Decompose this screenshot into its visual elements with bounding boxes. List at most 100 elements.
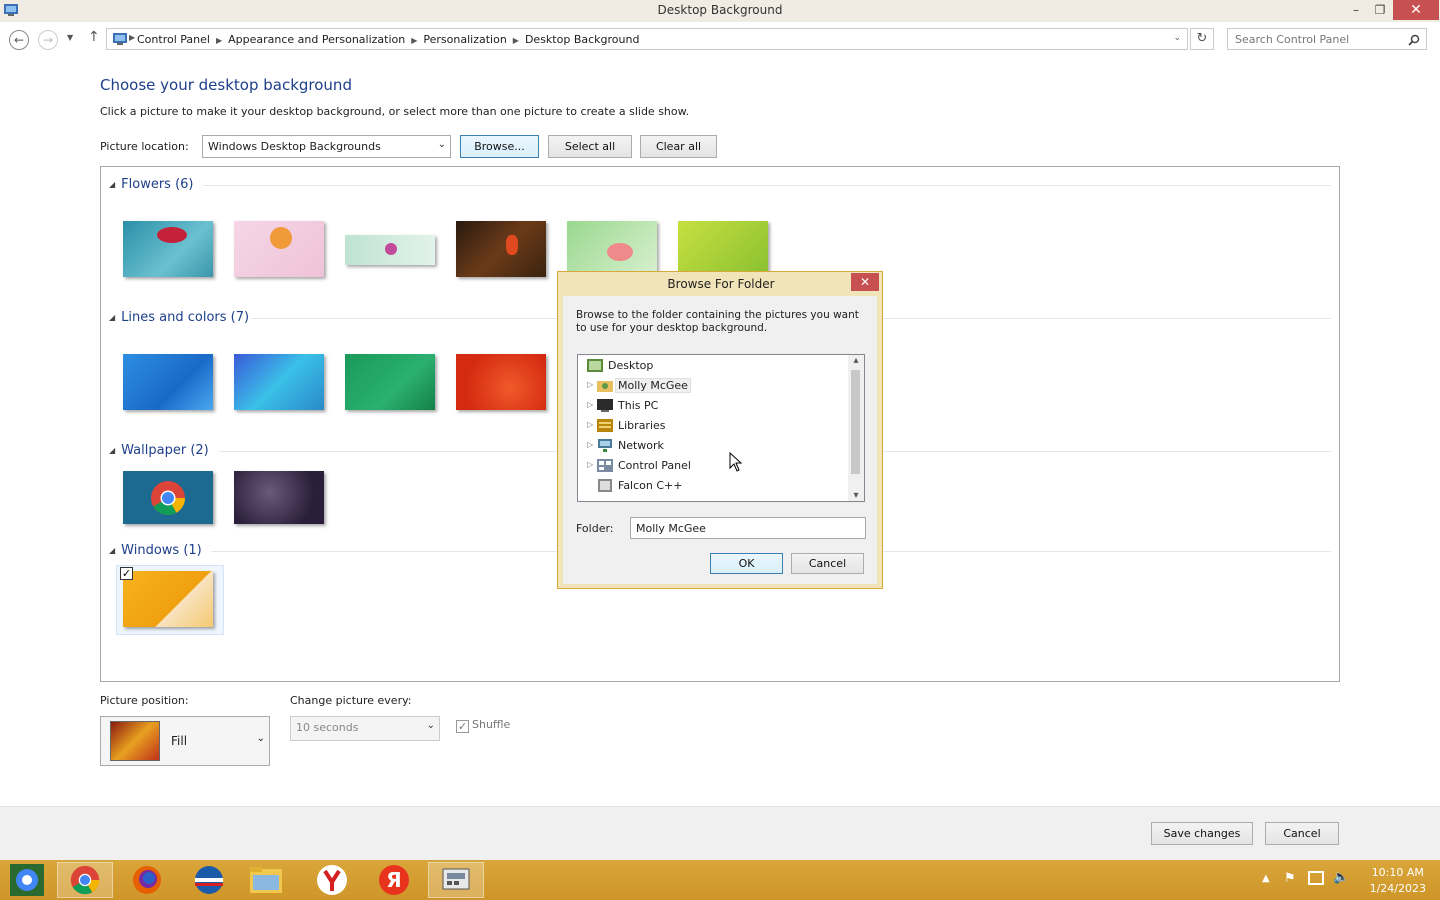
breadcrumb-appearance[interactable]: Appearance and Personalization bbox=[228, 33, 405, 46]
thumbnail-checkbox[interactable]: ✓ bbox=[120, 567, 133, 580]
search-placeholder: Search Control Panel bbox=[1235, 33, 1350, 46]
shuffle-label: Shuffle bbox=[472, 718, 511, 731]
taskbar-app-icon[interactable] bbox=[0, 862, 54, 898]
expand-arrow-icon: ▷ bbox=[587, 400, 594, 409]
libraries-icon bbox=[597, 419, 613, 432]
scroll-up-icon[interactable]: ▴ bbox=[848, 355, 864, 366]
window-title: Desktop Background bbox=[657, 3, 783, 17]
breadcrumb-control-panel[interactable]: Control Panel bbox=[137, 33, 210, 46]
clear-all-button[interactable]: Clear all bbox=[640, 135, 717, 158]
flower-thumbnail[interactable] bbox=[345, 235, 435, 265]
yandex-browser-icon bbox=[317, 865, 347, 895]
dialog-ok-button[interactable]: OK bbox=[710, 553, 783, 574]
expand-arrow-icon: ▷ bbox=[587, 380, 594, 389]
dialog-cancel-button[interactable]: Cancel bbox=[791, 553, 864, 574]
globe-app-icon bbox=[195, 866, 223, 894]
forward-button[interactable]: → bbox=[38, 30, 58, 50]
folder-input[interactable]: Molly McGee bbox=[630, 517, 866, 539]
taskbar-opera[interactable] bbox=[181, 862, 237, 898]
folder-tree[interactable]: Desktop ▷ Molly McGee ▷ This PC ▷ Librar… bbox=[577, 354, 865, 502]
collapse-triangle-icon: ◢ bbox=[109, 446, 116, 455]
browse-button[interactable]: Browse... bbox=[460, 135, 539, 158]
wallpaper-thumbnail[interactable] bbox=[234, 471, 324, 524]
group-header-flowers[interactable]: ◢ Flowers (6) bbox=[109, 177, 194, 192]
change-interval-select[interactable]: 10 seconds ⌄ bbox=[290, 716, 440, 741]
folder-icon bbox=[250, 867, 282, 893]
control-panel-icon bbox=[113, 33, 127, 45]
show-hidden-icons-icon[interactable]: ▲ bbox=[1262, 873, 1270, 884]
collapse-triangle-icon: ◢ bbox=[109, 180, 116, 189]
up-arrow-icon[interactable]: ↑ bbox=[88, 29, 100, 45]
lines-thumbnail[interactable] bbox=[123, 354, 213, 410]
user-folder-icon bbox=[597, 381, 613, 392]
search-icon bbox=[1408, 34, 1420, 46]
control-panel-icon bbox=[597, 459, 613, 472]
search-input[interactable]: Search Control Panel bbox=[1227, 28, 1427, 50]
forward-arrow-icon: → bbox=[42, 33, 54, 47]
interval-value: 10 seconds bbox=[296, 721, 359, 734]
tree-scrollbar[interactable]: ▴ ▾ bbox=[848, 355, 864, 501]
flower-thumbnail[interactable] bbox=[123, 221, 213, 277]
flower-thumbnail[interactable] bbox=[234, 221, 324, 277]
taskbar-yandex[interactable]: Я bbox=[366, 862, 422, 898]
breadcrumb-personalization[interactable]: Personalization bbox=[423, 33, 506, 46]
picture-location-select[interactable]: Windows Desktop Backgrounds ⌄ bbox=[202, 135, 451, 158]
lines-thumbnail[interactable] bbox=[234, 354, 324, 410]
select-all-button[interactable]: Select all bbox=[548, 135, 632, 158]
close-button[interactable]: ✕ bbox=[1393, 0, 1439, 20]
falcon-app-icon bbox=[598, 479, 612, 492]
dialog-close-button[interactable]: ✕ bbox=[851, 273, 879, 291]
footer-bar: Save changes Cancel bbox=[0, 806, 1440, 860]
restore-button[interactable]: ❐ bbox=[1366, 0, 1394, 20]
windows-thumbnail[interactable] bbox=[123, 571, 213, 627]
action-center-flag-icon[interactable]: ⚑ bbox=[1284, 871, 1296, 886]
control-panel-icon bbox=[442, 868, 470, 890]
media-app-icon bbox=[10, 864, 44, 896]
expand-arrow-icon: ▷ bbox=[587, 420, 594, 429]
lines-thumbnail[interactable] bbox=[456, 354, 546, 410]
flower-thumbnail[interactable] bbox=[567, 221, 657, 277]
collapse-triangle-icon: ◢ bbox=[109, 546, 116, 555]
chevron-down-icon[interactable]: ⌄ bbox=[1173, 33, 1181, 43]
browse-folder-dialog: Browse For Folder ✕ Browse to the folder… bbox=[557, 271, 883, 589]
svg-text:Я: Я bbox=[386, 868, 401, 892]
refresh-button[interactable]: ↻ bbox=[1190, 28, 1214, 50]
group-header-lines-and-colors[interactable]: ◢ Lines and colors (7) bbox=[109, 310, 249, 325]
taskbar-file-explorer[interactable] bbox=[238, 862, 294, 898]
picture-position-select[interactable]: Fill ⌄ bbox=[100, 716, 270, 766]
group-header-wallpaper[interactable]: ◢ Wallpaper (2) bbox=[109, 443, 209, 458]
chrome-icon bbox=[70, 865, 100, 895]
lines-thumbnail[interactable] bbox=[345, 354, 435, 410]
back-button[interactable]: ← bbox=[9, 30, 29, 50]
volume-icon[interactable]: 🔈 bbox=[1333, 870, 1349, 885]
group-title: Windows (1) bbox=[121, 543, 202, 558]
page-title: Choose your desktop background bbox=[100, 76, 352, 94]
taskbar-control-panel[interactable] bbox=[428, 862, 484, 898]
tree-label: Molly McGee bbox=[615, 378, 691, 393]
address-bar[interactable]: ▶ Control Panel ▶ Appearance and Personali… bbox=[106, 28, 1188, 50]
taskbar-firefox[interactable] bbox=[119, 862, 175, 898]
scrollbar-thumb[interactable] bbox=[851, 370, 860, 474]
breadcrumb-desktop-background[interactable]: Desktop Background bbox=[525, 33, 640, 46]
address-row: ← → ▼ ↑ ▶ Control Panel ▶ Appearance and P… bbox=[0, 26, 1440, 54]
network-status-icon[interactable] bbox=[1308, 871, 1324, 885]
recent-locations-icon[interactable]: ▼ bbox=[67, 33, 73, 42]
tree-label: Falcon C++ bbox=[618, 479, 683, 492]
flower-thumbnail[interactable] bbox=[456, 221, 546, 277]
computer-icon bbox=[597, 399, 613, 412]
expand-arrow-icon: ▷ bbox=[587, 460, 594, 469]
shuffle-checkbox[interactable]: ✓ bbox=[456, 720, 469, 733]
expand-arrow-icon: ▷ bbox=[587, 440, 594, 449]
scroll-down-icon[interactable]: ▾ bbox=[848, 490, 864, 501]
wallpaper-thumbnail[interactable] bbox=[123, 471, 213, 524]
taskbar-yandex-browser[interactable] bbox=[304, 862, 360, 898]
system-clock[interactable]: 10:10 AM 1/24/2023 bbox=[1370, 865, 1426, 897]
save-changes-button[interactable]: Save changes bbox=[1151, 822, 1253, 845]
taskbar-chrome[interactable] bbox=[57, 862, 113, 898]
change-picture-label: Change picture every: bbox=[290, 694, 412, 707]
group-header-windows[interactable]: ◢ Windows (1) bbox=[109, 543, 202, 558]
flower-thumbnail[interactable] bbox=[678, 221, 768, 277]
firefox-icon bbox=[133, 866, 161, 894]
chevron-right-icon: ▶ bbox=[512, 36, 519, 45]
cancel-button[interactable]: Cancel bbox=[1265, 822, 1339, 845]
